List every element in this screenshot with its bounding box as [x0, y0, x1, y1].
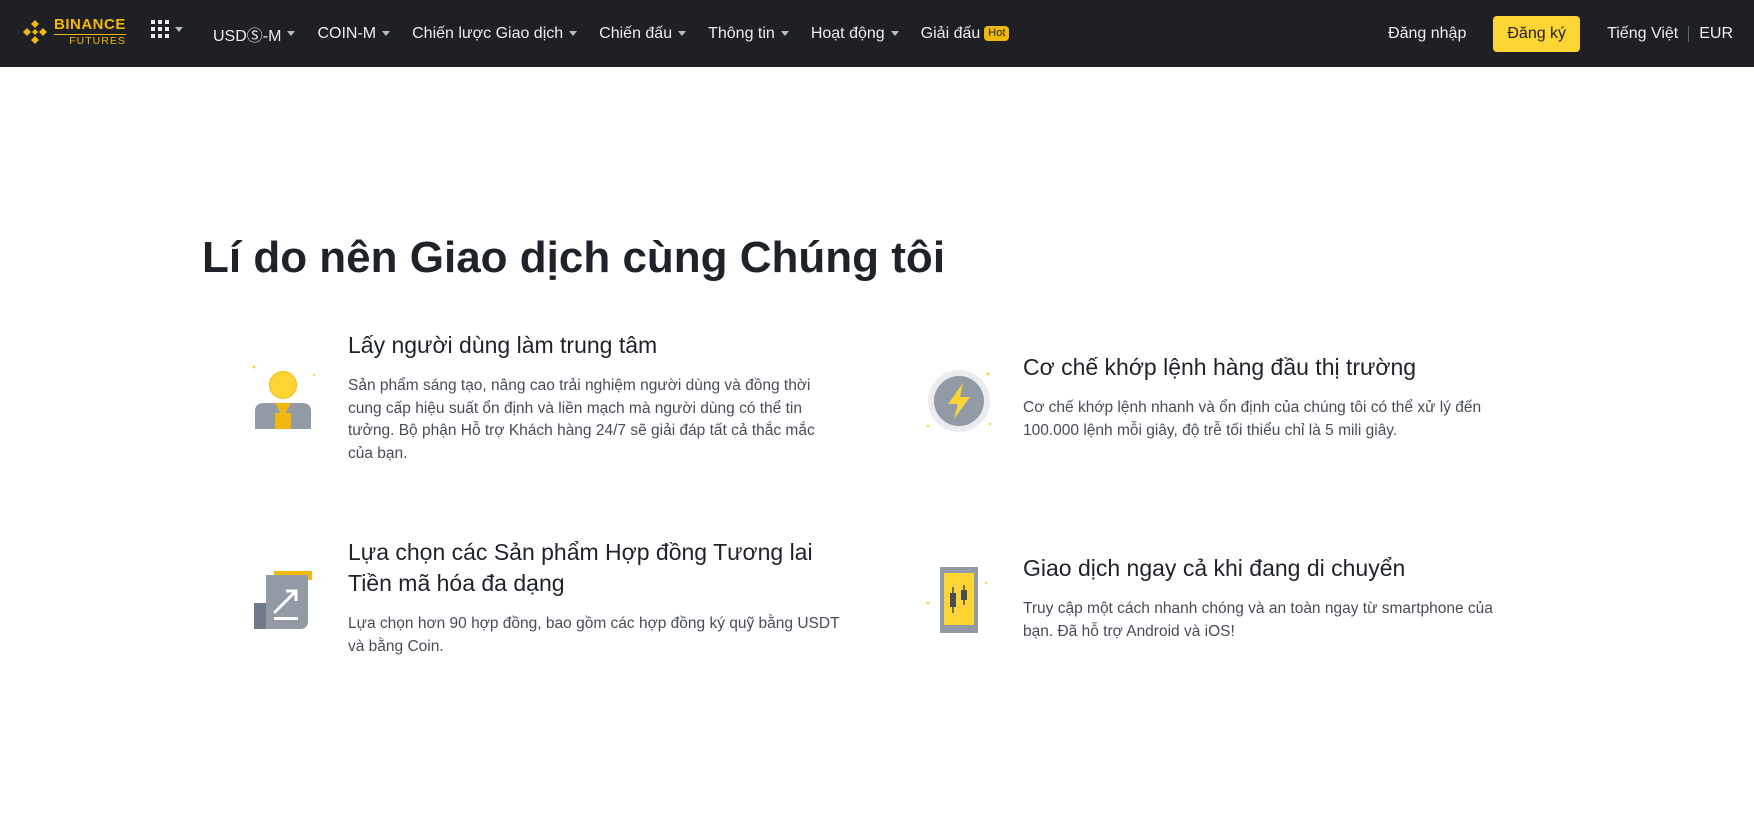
top-navbar: BINANCE FUTURES USDⓈ-M COIN-M Chiến lược… [0, 0, 1754, 67]
chevron-down-icon [569, 31, 578, 36]
feature-user-centric: Lấy người dùng làm trung tâm Sản phẩm sá… [348, 330, 843, 465]
chevron-down-icon [287, 31, 296, 36]
feature-description: Lựa chọn hơn 90 hợp đồng, bao gồm các hợ… [348, 615, 840, 655]
grid-icon [151, 20, 169, 38]
chevron-down-icon [678, 31, 687, 36]
feature-title: Cơ chế khớp lệnh hàng đầu thị trường [1023, 354, 1417, 380]
feature-title: Giao dịch ngay cả khi đang di chuyển [1023, 555, 1406, 581]
main-nav: USDⓈ-M COIN-M Chiến lược Giao dịch Chiến… [213, 0, 1031, 67]
feature-title: Lựa chọn các Sản phẩm Hợp đồng Tương lai… [348, 539, 813, 596]
binance-futures-logo[interactable]: BINANCE FUTURES [22, 17, 126, 47]
chevron-down-icon [175, 26, 183, 32]
user-icon [252, 365, 316, 429]
chevron-down-icon [382, 31, 391, 36]
nav-tournament-label: Giải đấu [920, 24, 981, 42]
apps-menu-button[interactable] [151, 20, 183, 38]
nav-tournament[interactable]: Giải đấu Hot [921, 25, 1010, 43]
feature-title: Lấy người dùng làm trung tâm [348, 332, 658, 358]
nav-coin-m-label: COIN-M [317, 24, 377, 42]
nav-coin-m[interactable]: COIN-M [317, 24, 391, 43]
currency-selector[interactable]: EUR [1699, 25, 1733, 43]
nav-info-label: Thông tin [708, 24, 775, 42]
nav-usds-m[interactable]: USDⓈ-M [213, 22, 296, 46]
feature-description: Cơ chế khớp lệnh nhanh và ổn định của ch… [1023, 399, 1482, 439]
hot-badge: Hot [984, 26, 1010, 41]
nav-activities-label: Hoạt động [810, 24, 885, 42]
logo-main-text: BINANCE [54, 16, 126, 33]
signup-button[interactable]: Đăng ký [1493, 15, 1581, 52]
feature-description: Sản phẩm sáng tạo, nâng cao trải nghiệm … [348, 377, 815, 462]
divider [1688, 25, 1690, 42]
nav-activities[interactable]: Hoạt động [811, 25, 899, 43]
nav-trading-strategy[interactable]: Chiến lược Giao dịch [412, 24, 578, 43]
contract-chart-icon [254, 571, 312, 629]
nav-info[interactable]: Thông tin [708, 25, 789, 43]
feature-diverse-contracts: Lựa chọn các Sản phẩm Hợp đồng Tương lai… [348, 537, 843, 658]
feature-matching-engine: Cơ chế khớp lệnh hàng đầu thị trường Cơ … [1023, 352, 1518, 442]
chevron-down-icon [890, 31, 899, 36]
feature-mobile-trading: Giao dịch ngay cả khi đang di chuyển Tru… [1023, 553, 1518, 643]
chevron-down-icon [780, 31, 789, 36]
nav-battle-label: Chiến đấu [599, 24, 673, 42]
mobile-candlestick-icon [926, 567, 988, 633]
lightning-icon [926, 370, 992, 432]
section-title: Lí do nên Giao dịch cùng Chúng tôi [202, 233, 946, 282]
nav-battle[interactable]: Chiến đấu [599, 24, 687, 43]
nav-usds-m-label: USDⓈ-M [213, 27, 282, 45]
language-selector[interactable]: Tiếng Việt [1607, 25, 1678, 43]
logo-sub-text: FUTURES [54, 34, 126, 47]
binance-logo-icon [23, 19, 47, 44]
feature-description: Truy cập một cách nhanh chóng và an toàn… [1023, 600, 1493, 640]
login-link[interactable]: Đăng nhập [1388, 25, 1466, 43]
account-nav: Đăng nhập Đăng ký Tiếng Việt EUR [1388, 0, 1754, 67]
nav-trading-strategy-label: Chiến lược Giao dịch [412, 24, 564, 42]
